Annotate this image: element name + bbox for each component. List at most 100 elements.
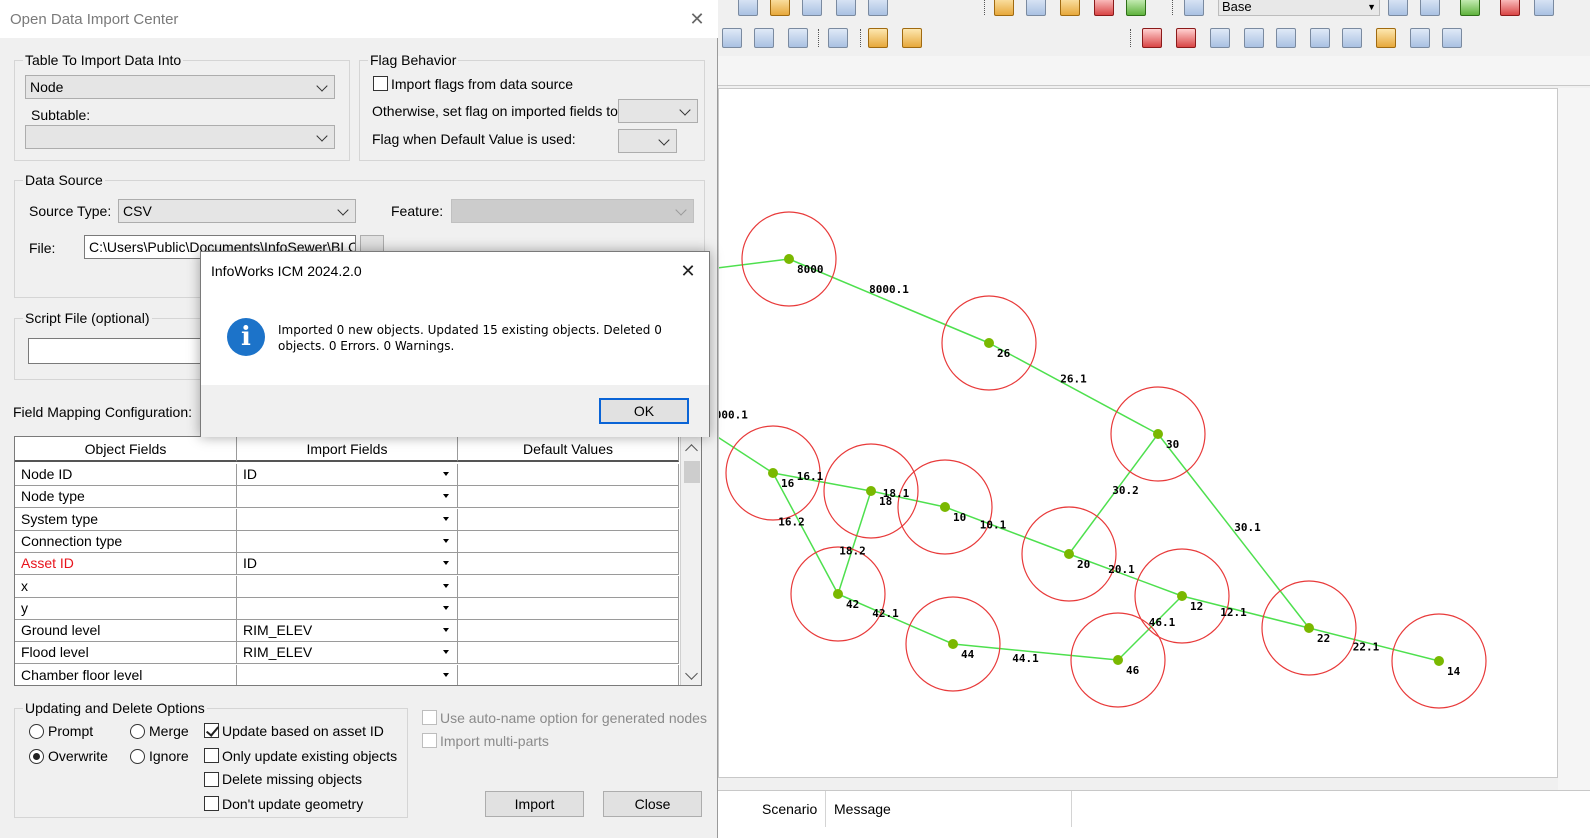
column-header-object-fields[interactable]: Object Fields <box>15 437 237 462</box>
default-value-cell[interactable] <box>458 553 679 576</box>
manhole-node[interactable] <box>833 589 843 599</box>
object-field-cell[interactable]: Flood level <box>15 642 237 665</box>
table-row[interactable]: Chamber floor level <box>15 664 679 685</box>
import-field-cell[interactable]: RIM_ELEV <box>237 642 458 665</box>
table-select[interactable]: Node <box>25 75 335 99</box>
manhole-node[interactable] <box>768 468 778 478</box>
otherwise-flag-select[interactable] <box>618 99 698 123</box>
dropdown-arrow-icon[interactable] <box>440 513 452 525</box>
manhole-node[interactable] <box>866 486 876 496</box>
node-tool-icon[interactable] <box>1244 28 1264 48</box>
dropdown-arrow-icon[interactable] <box>440 468 452 480</box>
manhole-node[interactable] <box>1177 591 1187 601</box>
source-type-select[interactable]: CSV <box>118 199 356 223</box>
table-row[interactable]: Node ID ID <box>15 464 679 486</box>
ignore-radio[interactable] <box>130 749 145 764</box>
query-icon[interactable] <box>994 0 1014 16</box>
manhole-node[interactable] <box>784 254 794 264</box>
object-field-cell[interactable]: Node ID <box>15 464 237 486</box>
table-row[interactable]: y <box>15 597 679 620</box>
select-link-icon[interactable] <box>1142 28 1162 48</box>
multi-parts-checkbox[interactable] <box>422 733 437 748</box>
properties-icon[interactable] <box>1442 28 1462 48</box>
manhole-node[interactable] <box>1153 429 1163 439</box>
network-tool-icon[interactable] <box>1388 0 1408 16</box>
manhole-node[interactable] <box>940 502 950 512</box>
merge-radio[interactable] <box>130 724 145 739</box>
dropdown-arrow-icon[interactable] <box>440 602 452 614</box>
default-value-cell[interactable] <box>458 664 679 685</box>
geoplan-map[interactable]: 8000.126.130.230.19000.116.118.110.120.1… <box>718 88 1558 778</box>
scenario-column-header[interactable]: Scenario <box>754 791 826 827</box>
default-value-cell[interactable] <box>458 642 679 665</box>
update-asset-id-checkbox[interactable] <box>204 723 219 738</box>
table-row[interactable]: Asset ID ID <box>15 553 679 576</box>
conduit-link[interactable] <box>837 490 872 595</box>
manhole-node[interactable] <box>984 338 994 348</box>
column-header-import-fields[interactable]: Import Fields <box>237 437 458 462</box>
import-field-cell[interactable] <box>237 530 458 553</box>
dropdown-arrow-icon[interactable] <box>440 490 452 502</box>
table-scrollbar[interactable] <box>680 437 701 685</box>
import-button[interactable]: Import <box>485 791 584 817</box>
measure-icon[interactable] <box>902 28 922 48</box>
import-field-cell[interactable]: RIM_ELEV <box>237 620 458 643</box>
connect-icon[interactable] <box>1210 28 1230 48</box>
manhole-node[interactable] <box>1113 655 1123 665</box>
dropdown-arrow-icon[interactable] <box>440 646 452 658</box>
dropdown-arrow-icon[interactable] <box>440 535 452 547</box>
split-link-icon[interactable] <box>1176 28 1196 48</box>
object-field-cell[interactable]: Chamber floor level <box>15 664 237 685</box>
zoom-extent-icon[interactable] <box>828 28 848 48</box>
only-update-existing-checkbox[interactable] <box>204 748 219 763</box>
conduit-link[interactable] <box>719 258 790 269</box>
close-button[interactable]: Close <box>603 791 702 817</box>
column-header-default-values[interactable]: Default Values <box>458 437 679 462</box>
find-icon[interactable] <box>868 28 888 48</box>
auto-name-checkbox[interactable] <box>422 710 437 725</box>
import-field-cell[interactable] <box>237 508 458 531</box>
zoom-out-icon[interactable] <box>788 28 808 48</box>
table-row[interactable]: x <box>15 575 679 598</box>
prompt-radio[interactable] <box>29 724 44 739</box>
object-field-cell[interactable]: y <box>15 597 237 620</box>
manhole-node[interactable] <box>1064 549 1074 559</box>
scenario-select[interactable]: Base ▼ <box>1218 0 1380 16</box>
default-value-cell[interactable] <box>458 597 679 620</box>
scroll-down-icon[interactable] <box>685 667 698 680</box>
default-value-cell[interactable] <box>458 530 679 553</box>
message-column-header[interactable]: Message <box>826 791 1072 827</box>
manhole-node[interactable] <box>1434 656 1444 666</box>
default-value-cell[interactable] <box>458 486 679 509</box>
close-icon[interactable]: ✕ <box>686 8 708 30</box>
import-field-cell[interactable]: ID <box>237 464 458 486</box>
graph-icon[interactable] <box>802 0 822 16</box>
default-value-cell[interactable] <box>458 575 679 598</box>
area-tool-icon[interactable] <box>1310 28 1330 48</box>
dropdown-arrow-icon[interactable] <box>440 669 452 681</box>
dropdown-arrow-icon[interactable] <box>440 580 452 592</box>
zoom-in-icon[interactable] <box>754 28 774 48</box>
database-icon[interactable] <box>1060 0 1080 16</box>
auto-connect-icon[interactable] <box>1376 28 1396 48</box>
scenario-icon[interactable] <box>1184 0 1204 16</box>
dropdown-arrow-icon[interactable] <box>440 557 452 569</box>
default-value-cell[interactable] <box>458 464 679 486</box>
script-file-field[interactable] <box>28 338 228 364</box>
manhole-node[interactable] <box>1304 623 1314 633</box>
import-field-cell[interactable] <box>237 597 458 620</box>
feature-select[interactable] <box>451 199 694 223</box>
table-row[interactable]: Flood level RIM_ELEV <box>15 642 679 665</box>
import-field-cell[interactable] <box>237 664 458 685</box>
manhole-node[interactable] <box>948 639 958 649</box>
import-flags-checkbox[interactable] <box>373 76 388 91</box>
overwrite-radio[interactable] <box>29 749 44 764</box>
delete-missing-checkbox[interactable] <box>204 772 219 787</box>
dropdown-arrow-icon[interactable] <box>440 624 452 636</box>
report-icon[interactable] <box>1026 0 1046 16</box>
gear-icon[interactable] <box>770 0 790 16</box>
window-icon[interactable] <box>868 0 888 16</box>
delete-icon[interactable] <box>1500 0 1520 16</box>
grid-dropdown-icon[interactable] <box>1126 0 1146 16</box>
polygon-tool-icon[interactable] <box>1276 28 1296 48</box>
